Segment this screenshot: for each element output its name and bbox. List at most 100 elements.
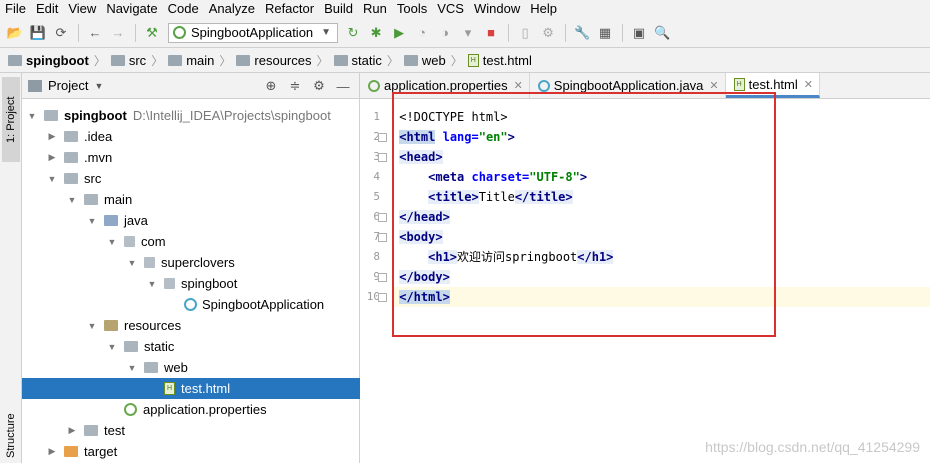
tree-item-folder[interactable]: ▶ .mvn (22, 147, 360, 168)
back-arrow-icon[interactable]: ← (84, 22, 106, 44)
forward-arrow-icon[interactable]: → (107, 22, 129, 44)
tree-item-folder[interactable]: ▼ src (22, 168, 360, 189)
menu-navigate[interactable]: Navigate (101, 0, 162, 18)
breadcrumb-separator: 〉 (93, 53, 106, 68)
menu-edit[interactable]: Edit (31, 0, 63, 18)
code-line: <head> (392, 147, 930, 167)
chevron-down-icon[interactable]: ▼ (66, 195, 78, 205)
chevron-down-icon[interactable]: ▼ (126, 363, 138, 373)
code-line: <body> (392, 227, 930, 247)
fold-marker-icon[interactable] (378, 233, 387, 242)
tree-item-html-file[interactable]: Htest.html (22, 378, 360, 399)
attach-profiler-icon[interactable]: ◑ (434, 22, 456, 44)
chevron-right-icon[interactable]: ▶ (46, 446, 58, 457)
save-all-icon[interactable]: 💾 (27, 22, 49, 44)
rerun-icon[interactable]: ↻ (342, 22, 364, 44)
chevron-down-icon[interactable]: ▼ (146, 279, 158, 289)
tree-item-source-root[interactable]: ▼ java (22, 210, 360, 231)
close-icon[interactable]: ✕ (709, 79, 718, 92)
chevron-down-icon[interactable]: ▼ (86, 216, 98, 226)
menu-vcs[interactable]: VCS (432, 0, 469, 18)
chevron-down-icon[interactable]: ▼ (106, 342, 118, 352)
breadcrumb-item[interactable]: Htest.html (467, 53, 532, 68)
terminal-icon[interactable]: ▣ (628, 22, 650, 44)
fold-marker-icon[interactable] (378, 273, 387, 282)
structure-tool-tab[interactable]: Structure (2, 408, 20, 463)
menu-refactor[interactable]: Refactor (260, 0, 319, 18)
close-icon[interactable]: ✕ (514, 79, 523, 92)
project-tool-tab[interactable]: 1: Project (2, 77, 20, 162)
project-panel-title[interactable]: Project (48, 78, 88, 93)
tab-spingboot-application-java[interactable]: SpingbootApplication.java ✕ (530, 73, 726, 98)
tree-item-folder[interactable]: ▶ target (22, 441, 360, 462)
breadcrumb-item[interactable]: main (168, 53, 214, 68)
run-dropdown-icon[interactable]: ▾ (457, 22, 479, 44)
chevron-right-icon[interactable]: ▶ (46, 152, 58, 163)
search-icon[interactable]: 🔍 (651, 22, 673, 44)
breadcrumb-item[interactable]: resources (236, 53, 311, 68)
tree-item-folder[interactable]: ▼ web (22, 357, 360, 378)
chevron-down-icon[interactable]: ▼ (46, 174, 58, 184)
fold-marker-icon[interactable] (378, 133, 387, 142)
breadcrumb-item[interactable]: spingboot (8, 53, 89, 68)
menu-analyze[interactable]: Analyze (204, 0, 260, 18)
menu-help[interactable]: Help (525, 0, 562, 18)
chevron-down-icon[interactable]: ▼ (94, 81, 103, 91)
tree-item-package[interactable]: ▼ superclovers (22, 252, 360, 273)
stop-icon[interactable]: ■ (480, 22, 502, 44)
tree-item-properties-file[interactable]: application.properties (22, 399, 360, 420)
locate-target-icon[interactable]: ⊕ (261, 77, 281, 95)
profile-icon[interactable]: ◔ (411, 22, 433, 44)
chevron-down-icon[interactable]: ▼ (26, 111, 38, 121)
run-configuration-select[interactable]: SpingbootApplication ▼ (168, 22, 339, 43)
tree-item-resources[interactable]: ▼ resources (22, 315, 360, 336)
breadcrumb-item[interactable]: static (333, 52, 382, 68)
tree-item-package[interactable]: ▼ com (22, 231, 360, 252)
chevron-right-icon[interactable]: ▶ (46, 131, 58, 142)
breadcrumb-label: static (351, 52, 382, 68)
vcs-icon[interactable]: ⚙ (537, 22, 559, 44)
chevron-right-icon[interactable]: ▶ (66, 425, 78, 436)
chevron-down-icon[interactable]: ▼ (126, 258, 138, 268)
fold-marker-icon[interactable] (378, 213, 387, 222)
breadcrumb-label: resources (254, 52, 312, 68)
tree-item-package[interactable]: ▼ spingboot (22, 273, 360, 294)
fold-marker-icon[interactable] (378, 293, 387, 302)
menu-run[interactable]: Run (358, 0, 392, 18)
tree-item-java-class[interactable]: SpingbootApplication (22, 294, 360, 315)
menu-tools[interactable]: Tools (392, 0, 432, 18)
synchronize-icon[interactable]: ⟳ (50, 22, 72, 44)
chevron-down-icon[interactable]: ▼ (86, 321, 98, 331)
tree-item-folder[interactable]: ▶ test (22, 420, 360, 441)
tab-test-html[interactable]: Htest.html ✕ (725, 73, 820, 98)
tree-item-folder[interactable]: ▶ .idea (22, 126, 360, 147)
debug-bug-icon[interactable]: ✱ (365, 22, 387, 44)
open-folder-icon[interactable]: 📂 (4, 22, 26, 44)
fold-marker-icon[interactable] (378, 153, 387, 162)
hide-panel-icon[interactable]: — (333, 77, 353, 95)
build-hammer-icon[interactable]: ⚒ (141, 22, 163, 44)
breadcrumb-item[interactable]: web (403, 53, 446, 68)
settings-wrench-icon[interactable]: 🔧 (571, 22, 593, 44)
gear-icon[interactable]: ⚙ (309, 77, 329, 95)
menu-view[interactable]: View (63, 0, 101, 18)
breadcrumb-item[interactable]: src (110, 53, 146, 68)
folder-icon (110, 54, 125, 66)
folder-icon (44, 110, 58, 121)
menu-window[interactable]: Window (469, 0, 525, 18)
tree-item-folder[interactable]: ▼ static (22, 336, 360, 357)
chevron-down-icon[interactable]: ▼ (106, 237, 118, 247)
menu-build[interactable]: Build (319, 0, 358, 18)
device-icon[interactable]: ▯ (514, 22, 536, 44)
tree-item-root[interactable]: ▼ spingboot D:\Intellij_IDEA\Projects\spin… (22, 105, 360, 126)
run-coverage-icon[interactable]: ▶ (388, 22, 410, 44)
menu-code[interactable]: Code (163, 0, 204, 18)
code-line: <!DOCTYPE html> (392, 107, 930, 127)
project-structure-icon[interactable]: ▦ (594, 22, 616, 44)
menu-file[interactable]: File (0, 0, 31, 18)
close-icon[interactable]: ✕ (804, 78, 813, 91)
collapse-all-icon[interactable]: ≑ (285, 77, 305, 95)
code-editor[interactable]: <!DOCTYPE html> <html lang="en"> <head> … (392, 99, 930, 463)
tab-application-properties[interactable]: application.properties ✕ (360, 73, 530, 98)
tree-item-folder[interactable]: ▼ main (22, 189, 360, 210)
